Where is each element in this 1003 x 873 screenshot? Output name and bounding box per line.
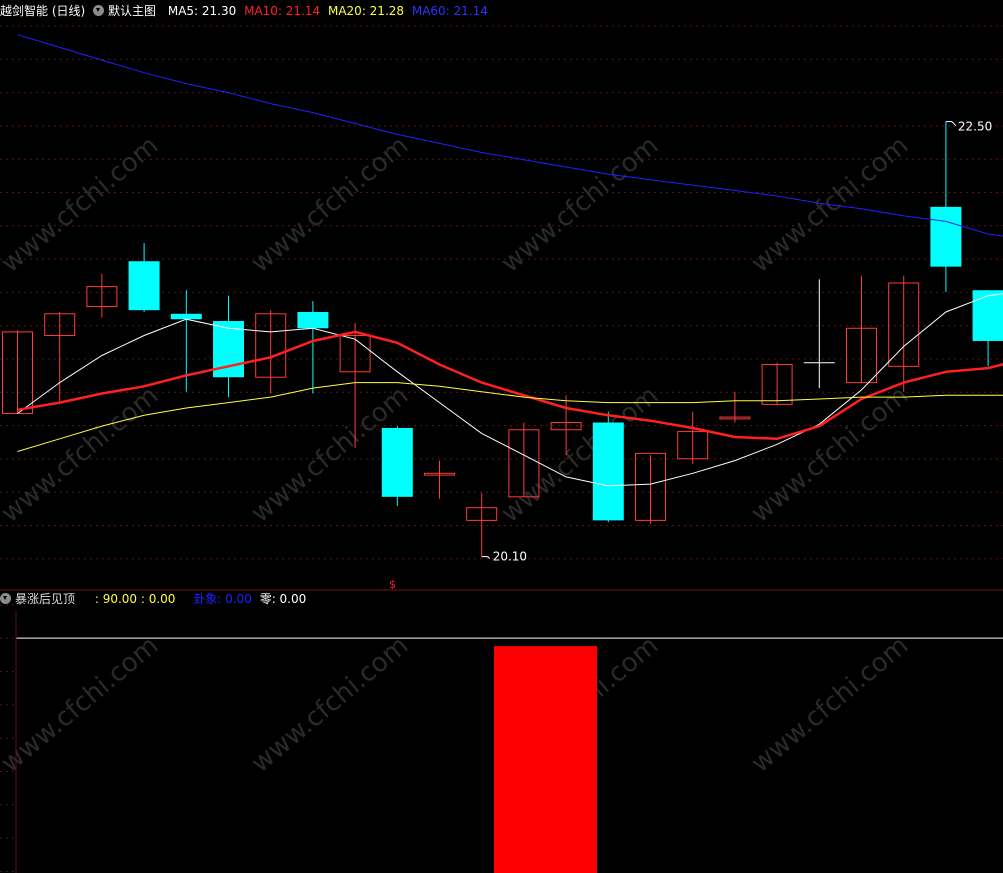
candle-body [170, 313, 202, 320]
candle [761, 362, 793, 405]
high-price-label: 22.50 [958, 120, 992, 134]
candle [86, 273, 118, 318]
indicator-pane [15, 612, 1003, 873]
high-price-pointer [945, 121, 957, 127]
candle-body [972, 290, 1003, 341]
candle [677, 411, 709, 465]
watermark-text: www.cfchi.com [246, 631, 415, 779]
candle [803, 279, 835, 389]
candle [2, 330, 33, 414]
candle [466, 493, 498, 557]
signal-marker: $ [389, 578, 396, 591]
watermark-text: www.cfchi.com [0, 631, 164, 779]
candle-body [930, 206, 962, 267]
candle [972, 290, 1003, 367]
watermark-text: www.cfchi.com [746, 381, 915, 529]
candle-body [592, 422, 624, 521]
candle [424, 460, 455, 499]
candle [128, 243, 160, 312]
watermark-text: www.cfchi.com [746, 631, 915, 779]
candle [846, 275, 877, 384]
candle-body [297, 311, 329, 329]
candle [592, 411, 624, 523]
candle [213, 295, 244, 398]
candle [381, 426, 413, 506]
candle-body [128, 261, 160, 311]
watermark-text: www.cfchi.com [0, 131, 164, 279]
candle-body [381, 427, 413, 497]
ma5-line [17, 293, 1003, 487]
candle [255, 310, 287, 394]
watermark-text: www.cfchi.com [496, 131, 665, 279]
candle [635, 452, 666, 525]
candle [930, 121, 962, 293]
low-price-pointer [481, 556, 491, 559]
candle [297, 301, 329, 394]
watermark-layer: www.cfchi.com www.cfchi.com www.cfchi.com w… [0, 131, 914, 779]
candle [888, 275, 920, 392]
chart-window: 越剑智能 (日线) 默认主图 MA5: 21.30 MA10: 21.14 MA… [0, 0, 1003, 873]
price-chart[interactable]: www.cfchi.com www.cfchi.com www.cfchi.com w… [0, 0, 1003, 873]
candle [719, 391, 751, 423]
ma60-line [17, 34, 1003, 237]
watermark-text: www.cfchi.com [0, 381, 164, 529]
low-price-label: 20.10 [493, 550, 527, 564]
indicator-bar [494, 646, 597, 873]
watermark-text: www.cfchi.com [246, 131, 415, 279]
